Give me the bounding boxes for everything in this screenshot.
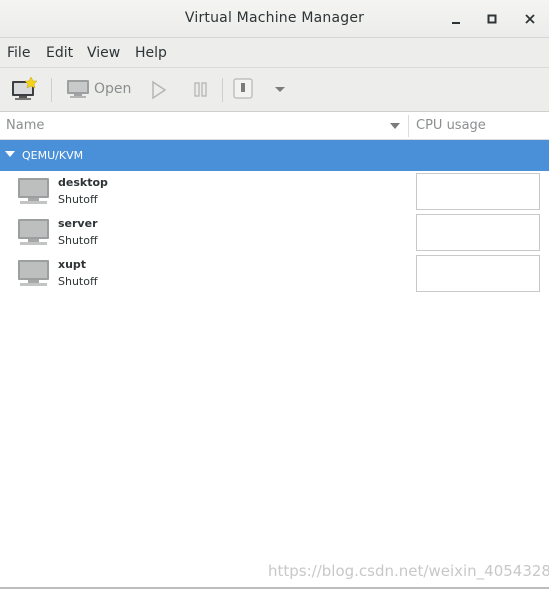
vm-monitor-icon (18, 260, 49, 286)
open-button[interactable] (66, 78, 90, 104)
menu-edit[interactable]: Edit (46, 45, 73, 61)
close-button[interactable] (520, 9, 540, 29)
column-divider[interactable] (408, 115, 409, 137)
window-title: Virtual Machine Manager (184, 10, 365, 26)
menu-view[interactable]: View (87, 45, 120, 61)
vm-name: desktop (58, 176, 108, 189)
new-vm-button[interactable] (10, 76, 38, 106)
cpu-usage-graph (416, 173, 540, 210)
vm-row[interactable]: server Shutoff (0, 212, 549, 253)
toolbar-separator (222, 78, 223, 102)
vm-row[interactable]: xupt Shutoff (0, 253, 549, 294)
column-cpu-usage[interactable]: CPU usage (416, 118, 486, 133)
vm-status: Shutoff (58, 193, 98, 206)
minimize-button[interactable] (446, 9, 466, 29)
chevron-down-icon (275, 87, 285, 92)
new-vm-icon (12, 76, 38, 100)
menu-file[interactable]: File (7, 45, 30, 61)
watermark: https://blog.csdn.net/weixin_40543283 (268, 562, 549, 580)
column-name[interactable]: Name (6, 118, 44, 133)
pause-button[interactable] (192, 80, 210, 104)
close-icon (525, 14, 535, 24)
toolbar-separator (51, 78, 52, 102)
menu-help[interactable]: Help (135, 45, 167, 61)
vm-row[interactable]: desktop Shutoff (0, 171, 549, 212)
minimize-icon (452, 22, 460, 24)
vm-monitor-icon (18, 219, 49, 245)
column-header: Name CPU usage (0, 112, 549, 140)
title-bar: Virtual Machine Manager (0, 0, 549, 38)
maximize-button[interactable] (482, 9, 502, 29)
vm-name: server (58, 217, 98, 230)
vm-name: xupt (58, 258, 87, 271)
vm-monitor-icon (18, 178, 49, 204)
open-label[interactable]: Open (94, 81, 131, 97)
monitor-icon (67, 80, 89, 98)
maximize-icon (487, 14, 497, 24)
power-icon (233, 78, 253, 99)
shutdown-button[interactable] (232, 78, 254, 104)
run-button[interactable] (150, 80, 168, 104)
vm-status: Shutoff (58, 275, 98, 288)
vm-status: Shutoff (58, 234, 98, 247)
toolbar: Open (0, 68, 549, 112)
shutdown-menu-button[interactable] (273, 84, 287, 99)
pause-icon (194, 82, 207, 97)
cpu-usage-graph (416, 214, 540, 251)
cpu-usage-graph (416, 255, 540, 292)
sort-arrow-icon[interactable] (389, 122, 401, 130)
play-icon (152, 80, 167, 100)
menu-bar: File Edit View Help (0, 38, 549, 68)
connection-label: QEMU/KVM (22, 149, 84, 162)
connection-row[interactable]: QEMU/KVM (0, 140, 549, 171)
expander-icon[interactable] (5, 151, 15, 159)
